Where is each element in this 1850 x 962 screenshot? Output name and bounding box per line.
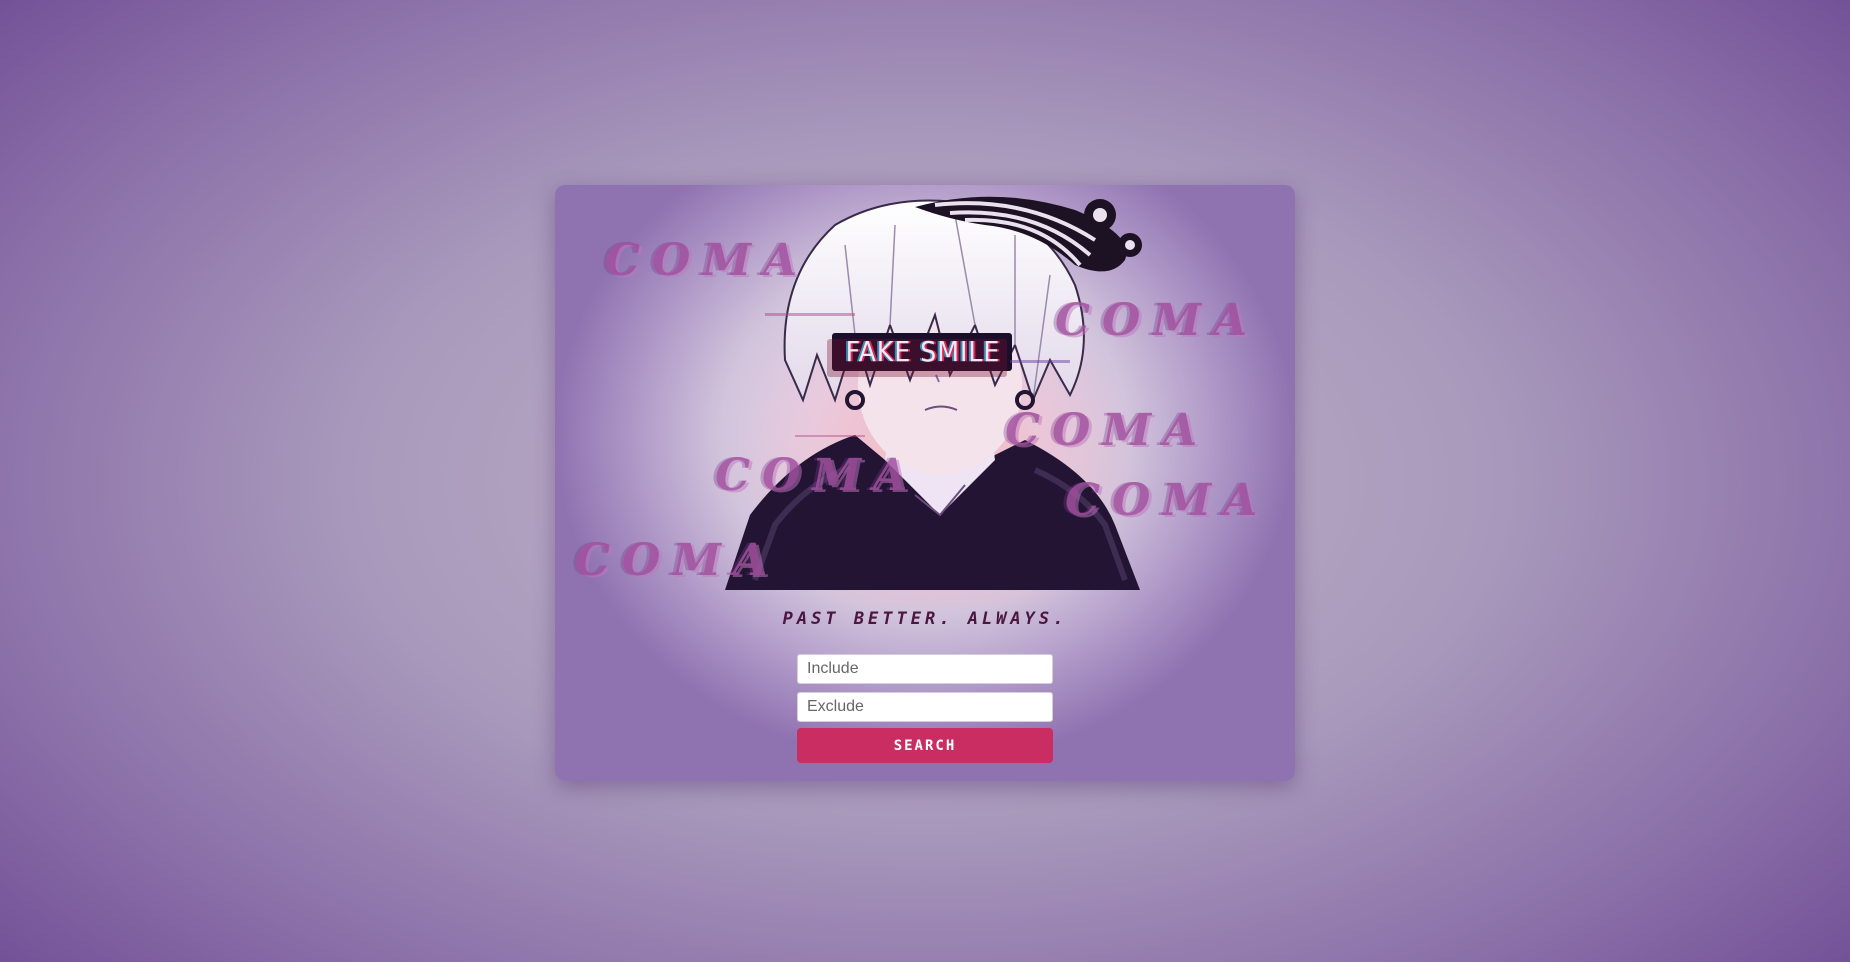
coma-watermark-4: COMA [715,450,920,501]
include-input[interactable] [797,654,1053,684]
coma-watermark-2: COMA [1055,295,1260,346]
exclude-input[interactable] [797,692,1053,722]
coma-watermark-5: COMA [1065,475,1270,526]
coma-watermark-1: COMA [605,235,810,286]
search-button[interactable]: SEARCH [797,728,1053,763]
search-card: FAKE SMILE COMA COMA COMA COMA COMA COMA… [555,185,1295,781]
coma-watermark-6: COMA [575,535,780,586]
coma-watermark-3: COMA [1005,405,1210,456]
fake-smile-badge: FAKE SMILE [845,335,1001,368]
hero-artwork: FAKE SMILE COMA COMA COMA COMA COMA COMA [555,185,1295,635]
tagline: PAST BETTER. ALWAYS. [782,609,1068,629]
